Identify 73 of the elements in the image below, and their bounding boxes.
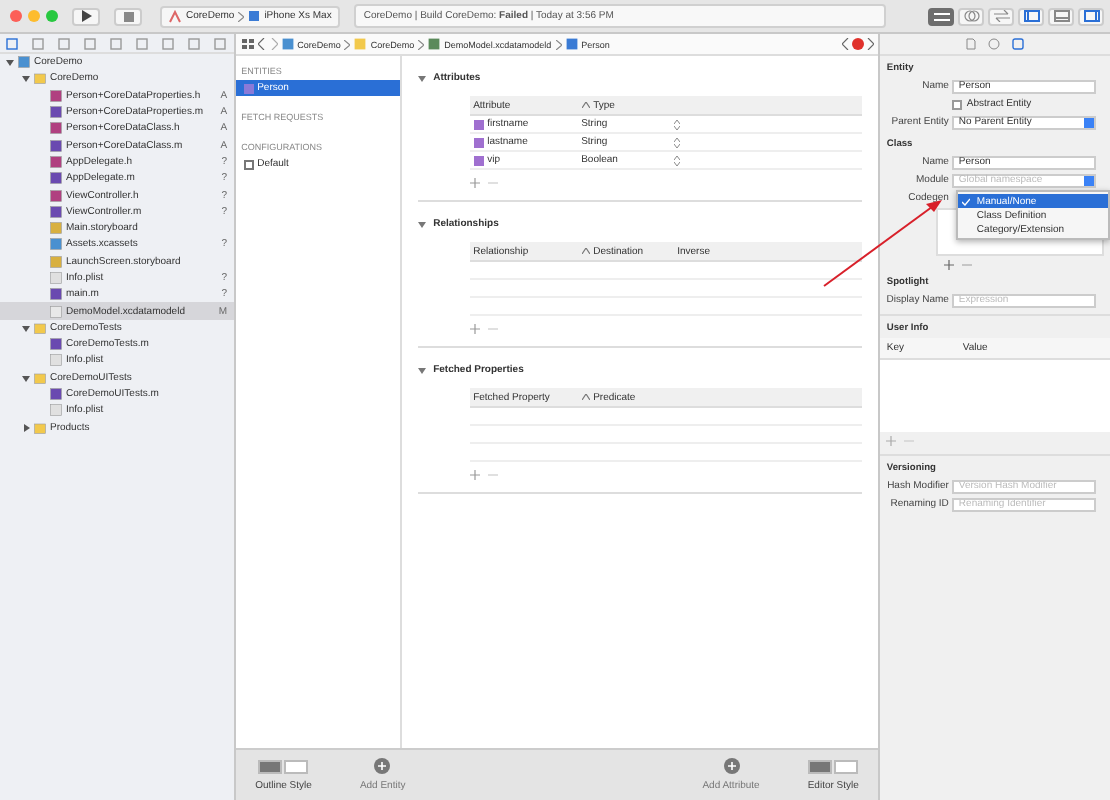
navigator-toggle[interactable] xyxy=(1018,7,1044,25)
phone-icon xyxy=(248,10,261,22)
file-icon xyxy=(565,38,578,50)
folder-icon xyxy=(34,72,46,85)
stepper-icon[interactable] xyxy=(673,155,680,165)
disclosure-icon[interactable] xyxy=(417,366,426,374)
add-icon[interactable] xyxy=(886,436,897,446)
remove-icon[interactable] xyxy=(962,260,973,270)
add-icon xyxy=(723,758,740,774)
checkmark-icon xyxy=(962,197,971,205)
stepper-icon[interactable] xyxy=(673,137,680,147)
disclosure-icon[interactable] xyxy=(417,220,426,228)
right-panel-icon xyxy=(1083,10,1099,22)
stop-button[interactable] xyxy=(114,7,142,25)
chevron-icon xyxy=(238,11,245,21)
disclosure-icon[interactable] xyxy=(22,373,30,382)
bottom-panel-icon xyxy=(1053,10,1069,22)
disclosure-icon[interactable] xyxy=(6,58,14,67)
file-icon[interactable] xyxy=(966,38,977,50)
play-icon xyxy=(80,10,92,22)
chevron-icon xyxy=(344,39,351,49)
disclosure-icon[interactable] xyxy=(22,323,30,332)
inspector-toggle[interactable] xyxy=(1078,7,1104,25)
sort-icon xyxy=(581,394,590,400)
annotation-arrow xyxy=(823,200,942,287)
chevron-icon xyxy=(418,39,425,49)
standard-editor-button[interactable] xyxy=(928,7,954,25)
stepper-icon[interactable] xyxy=(673,119,680,129)
folder-icon xyxy=(34,371,46,384)
rings-icon xyxy=(963,10,979,22)
zoom-icon[interactable] xyxy=(46,10,58,22)
previous-issue-icon[interactable] xyxy=(842,38,851,50)
graph-editor-button[interactable] xyxy=(834,759,859,773)
back-icon[interactable] xyxy=(257,38,266,50)
stop-icon xyxy=(123,11,133,21)
arrows-icon xyxy=(993,10,1009,22)
file-icon xyxy=(354,38,367,50)
file-icon xyxy=(281,38,294,50)
sort-icon xyxy=(581,102,590,108)
folder-icon xyxy=(34,321,46,334)
error-icon[interactable] xyxy=(852,38,865,50)
add-icon[interactable] xyxy=(469,470,480,480)
add-icon xyxy=(374,758,391,774)
data-model-icon[interactable] xyxy=(1012,38,1025,50)
list-style-button[interactable] xyxy=(284,759,309,773)
disclosure-icon[interactable] xyxy=(417,74,426,82)
file-icon xyxy=(18,56,30,69)
table-style-button[interactable] xyxy=(258,759,283,773)
grid-icon[interactable] xyxy=(241,38,254,50)
close-icon[interactable] xyxy=(10,10,22,22)
version-editor-button[interactable] xyxy=(988,7,1014,25)
add-icon[interactable] xyxy=(469,178,480,188)
folder-icon[interactable] xyxy=(6,37,19,49)
table-editor-button[interactable] xyxy=(808,759,833,773)
checkbox[interactable] xyxy=(952,99,963,109)
chevron-icon xyxy=(555,39,562,49)
forward-icon[interactable] xyxy=(269,38,278,50)
sort-icon xyxy=(581,248,590,254)
configuration-icon xyxy=(243,159,254,169)
debug-area-toggle[interactable] xyxy=(1048,7,1074,25)
entity-icon xyxy=(243,83,254,93)
file-icon xyxy=(428,38,441,50)
add-icon[interactable] xyxy=(469,324,480,334)
folder-icon xyxy=(34,421,46,434)
disclosure-icon[interactable] xyxy=(22,74,30,83)
run-button[interactable] xyxy=(72,7,100,25)
left-panel-icon xyxy=(1023,10,1039,22)
clock-icon[interactable] xyxy=(988,38,1001,50)
disclosure-icon[interactable] xyxy=(22,423,30,432)
assistant-editor-button[interactable] xyxy=(958,7,984,25)
lines-icon xyxy=(933,11,949,21)
add-icon[interactable] xyxy=(944,260,955,270)
next-issue-icon[interactable] xyxy=(866,38,875,50)
